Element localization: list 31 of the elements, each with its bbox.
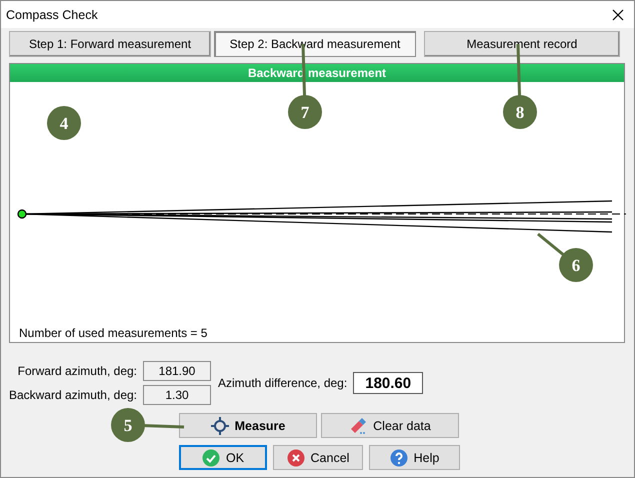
cancel-icon <box>286 448 305 466</box>
value-field: 1.30 <box>143 385 211 405</box>
help-button[interactable]: Help <box>369 445 460 470</box>
callout-badge <box>111 408 145 442</box>
callout-number: 7 <box>300 103 310 122</box>
field-label: Azimuth difference, deg: <box>218 376 348 390</box>
eraser-button[interactable]: Clear data <box>321 413 459 438</box>
field-label: Backward azimuth, deg: <box>8 388 137 402</box>
crosshair-icon <box>210 416 229 434</box>
callout-number: 5 <box>124 416 132 435</box>
difference-field: 180.60 <box>353 372 424 394</box>
field-label: Forward azimuth, deg: <box>18 364 137 378</box>
measurement-count: Number of used measurements = 5 <box>18 326 208 342</box>
callout-number: 8 <box>516 103 524 122</box>
cancel-button[interactable]: Cancel <box>273 445 363 470</box>
callout-number: 6 <box>572 256 580 275</box>
window-title: Compass Check <box>6 8 98 22</box>
callout-badge <box>288 95 322 129</box>
callout-badge <box>559 248 593 282</box>
check-icon <box>202 448 220 466</box>
tab[interactable]: Step 2: Backward measurement <box>214 31 416 57</box>
close-icon[interactable] <box>612 8 624 20</box>
eraser-icon <box>349 416 368 434</box>
callout-number: 4 <box>60 114 68 133</box>
crosshair-button[interactable]: Measure <box>179 413 317 438</box>
tab[interactable]: Measurement record <box>424 31 620 57</box>
ok-button[interactable]: OK <box>179 445 267 470</box>
callout-badge <box>503 95 537 129</box>
value-field: 181.90 <box>143 361 211 381</box>
help-icon <box>390 448 408 466</box>
tab[interactable]: Step 1: Forward measurement <box>9 31 211 57</box>
